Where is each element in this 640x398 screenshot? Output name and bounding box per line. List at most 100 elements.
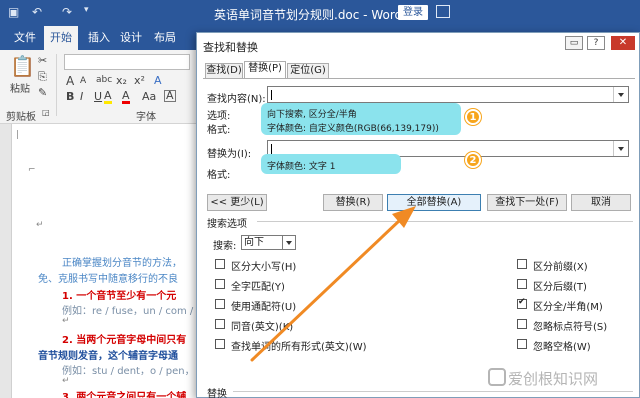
dialog-title: 查找和替换: [203, 41, 258, 54]
search-option-label[interactable]: 同音(英文)(K): [231, 318, 293, 333]
highlight-icon[interactable]: A: [104, 90, 112, 104]
bold-icon[interactable]: B: [66, 90, 74, 103]
search-option-label[interactable]: 全字匹配(Y): [231, 278, 285, 293]
step-2-badge: 2: [465, 152, 481, 168]
character-border-icon[interactable]: A: [164, 90, 176, 102]
document-line: 3. 两个元音之间只有一个辅: [62, 392, 187, 398]
group-separator: [56, 54, 57, 116]
find-format-label: 格式:: [207, 125, 231, 136]
annotation-line: 向下搜索, 区分全/半角: [267, 110, 357, 120]
match-option-label[interactable]: 区分后缀(T): [533, 278, 587, 293]
font-group-label: 字体: [136, 112, 156, 123]
crop-mark: ⌐: [28, 165, 36, 175]
text-effects-icon[interactable]: A: [154, 74, 162, 87]
tab-find[interactable]: 查找(D): [205, 63, 243, 78]
replace-button[interactable]: 替换(R): [323, 194, 383, 211]
search-option-label[interactable]: 区分大小写(H): [231, 258, 296, 273]
strikethrough-icon[interactable]: abc: [96, 75, 112, 85]
step-1-badge: 1: [465, 109, 481, 125]
paragraph-mark: ↵: [62, 376, 70, 386]
find-options-annotation: 向下搜索, 区分全/半角 字体颜色: 自定义颜色(RGB(66,139,179)…: [261, 103, 461, 135]
match-option-checkbox[interactable]: [517, 319, 527, 329]
search-direction-select[interactable]: 向下: [241, 235, 296, 250]
match-option-checkbox[interactable]: [517, 339, 527, 349]
watermark-logo: [488, 368, 506, 386]
chevron-down-icon[interactable]: [282, 236, 295, 249]
match-option-label[interactable]: 区分前缀(X): [533, 258, 588, 273]
find-what-input[interactable]: [267, 86, 629, 103]
replace-format-annotation: 字体颜色: 文字 1: [261, 154, 401, 174]
cut-icon[interactable]: ✂: [38, 54, 47, 67]
font-name-combo[interactable]: [64, 54, 190, 70]
search-option-checkbox[interactable]: [215, 259, 225, 269]
dialog-close-button[interactable]: ✕: [611, 36, 635, 50]
document-line: 1. 一个音节至少有一个元: [62, 291, 177, 302]
search-option-checkbox[interactable]: [215, 339, 225, 349]
login-button[interactable]: 登录: [398, 5, 428, 20]
tab-insert[interactable]: 插入: [82, 26, 116, 50]
save-icon[interactable]: ▣: [8, 5, 19, 19]
search-option-checkbox[interactable]: [215, 299, 225, 309]
replace-section-title: 替换: [207, 385, 633, 398]
document-line: 免、克服书写中随意移行的不良: [38, 274, 178, 285]
search-option-label[interactable]: 查找单词的所有形式(英文)(W): [231, 338, 367, 353]
document-line: 音节规则发音，这个辅音字母通: [38, 351, 178, 362]
clipboard-icon[interactable]: 📋: [10, 54, 35, 78]
annotation-line: 字体颜色: 自定义颜色(RGB(66,139,179)): [267, 124, 439, 134]
cancel-button[interactable]: 取消: [571, 194, 631, 211]
search-option-label[interactable]: 使用通配符(U): [231, 298, 296, 313]
document-title: 英语单词音节划分规则.doc - Word: [214, 8, 403, 22]
word-title-bar: ▣ ↶ ↷ ▾ 英语单词音节划分规则.doc - Word 登录: [0, 0, 640, 26]
format-painter-icon[interactable]: ✎: [38, 86, 47, 99]
tab-layout[interactable]: 布局: [148, 26, 182, 50]
find-next-button[interactable]: 查找下一处(F): [487, 194, 567, 211]
tab-home[interactable]: 开始: [44, 26, 78, 50]
customize-toolbar-icon[interactable]: ▾: [84, 5, 89, 15]
italic-icon[interactable]: I: [80, 90, 83, 103]
subscript-icon[interactable]: x₂: [116, 74, 127, 87]
tab-design[interactable]: 设计: [114, 26, 148, 50]
match-option-label[interactable]: 忽略空格(W): [533, 338, 591, 353]
less-button[interactable]: << 更少(L): [207, 194, 267, 211]
document-line: 2. 当两个元音字母中间只有: [62, 335, 187, 346]
grow-font-icon[interactable]: A: [66, 74, 74, 88]
clipboard-launcher-icon[interactable]: ◲: [42, 108, 50, 117]
match-option-checkbox[interactable]: [517, 279, 527, 289]
replace-format-label: 格式:: [207, 170, 231, 181]
find-history-dropdown-icon[interactable]: [613, 87, 628, 102]
dialog-help-icon[interactable]: ▭: [565, 36, 583, 50]
search-direction-label: 搜索:: [213, 241, 237, 252]
search-option-checkbox[interactable]: [215, 279, 225, 289]
match-option-label[interactable]: 忽略标点符号(S): [533, 318, 607, 333]
search-option-checkbox[interactable]: [215, 319, 225, 329]
replace-history-dropdown-icon[interactable]: [613, 141, 628, 156]
match-option-label[interactable]: 区分全/半角(M): [533, 298, 603, 313]
replace-all-button[interactable]: 全部替换(A): [387, 194, 481, 211]
replace-with-label: 替换为(I):: [207, 149, 252, 160]
clipboard-group-label: 剪贴板: [6, 112, 36, 123]
redo-icon[interactable]: ↷: [62, 5, 72, 19]
dialog-question-icon[interactable]: ?: [587, 36, 605, 50]
shrink-font-icon[interactable]: A: [80, 76, 86, 86]
undo-icon[interactable]: ↶: [32, 5, 42, 19]
copy-icon[interactable]: ⎘: [38, 70, 47, 84]
change-case-icon[interactable]: Aa: [142, 90, 156, 103]
paste-label[interactable]: 粘贴: [10, 80, 30, 95]
superscript-icon[interactable]: x²: [134, 74, 145, 87]
tab-file[interactable]: 文件: [8, 26, 42, 50]
paragraph-mark: ↵: [36, 220, 44, 230]
match-option-checkbox[interactable]: [517, 259, 527, 269]
text-caret: [271, 144, 272, 154]
underline-icon[interactable]: U: [94, 90, 102, 103]
watermark-text: 爱创根知识网: [508, 370, 599, 388]
search-options-title: 搜索选项: [207, 215, 633, 230]
font-color-icon[interactable]: A: [122, 90, 130, 104]
tab-replace[interactable]: 替换(P): [244, 61, 286, 78]
document-line: 例如：re / fuse，un / com /: [62, 306, 194, 317]
match-option-checkbox[interactable]: [517, 297, 527, 309]
text-caret: [271, 90, 272, 100]
ribbon-display-options-icon[interactable]: [436, 5, 450, 18]
tab-divider: [203, 78, 635, 79]
tab-goto[interactable]: 定位(G): [287, 63, 329, 78]
text-cursor: |: [16, 130, 20, 140]
